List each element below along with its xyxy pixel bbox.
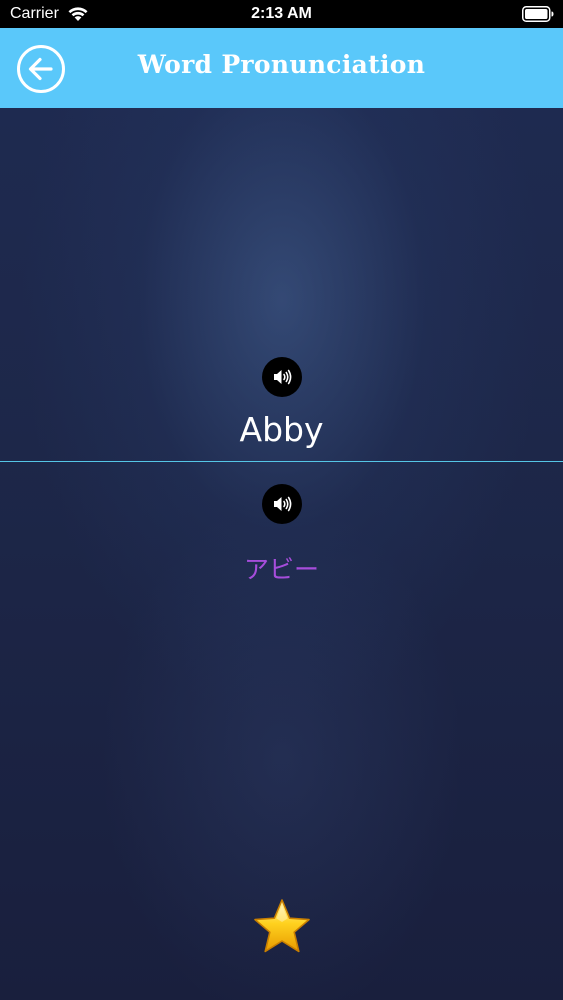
speaker-icon [274, 369, 292, 385]
divider [0, 461, 563, 462]
translation-text: アビー [243, 555, 319, 584]
nav-header: Word Pronunciation [0, 28, 563, 108]
translation-speaker-button[interactable] [262, 484, 302, 524]
page-title: Word Pronunciation [137, 50, 426, 79]
status-bar: Carrier 2:13 AM [0, 0, 563, 28]
screen: Carrier 2:13 AM Word Pronunciation Abby … [0, 0, 563, 1000]
word-text: Abby [239, 410, 324, 449]
battery-icon [522, 6, 554, 22]
status-time: 2:13 AM [251, 5, 312, 22]
star-icon [254, 899, 310, 953]
word-speaker-button[interactable] [262, 357, 302, 397]
speaker-icon [274, 496, 292, 512]
favorite-button[interactable] [250, 896, 314, 958]
